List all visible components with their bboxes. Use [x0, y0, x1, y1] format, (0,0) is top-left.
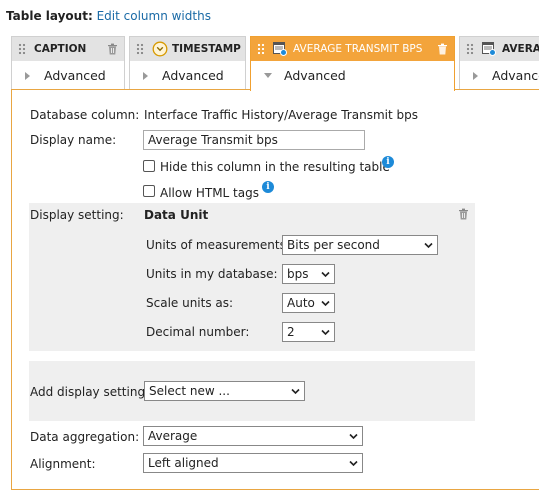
caret-right-icon: [25, 71, 30, 80]
clock-icon: [152, 41, 168, 57]
data-unit-title: Data Unit: [144, 208, 209, 222]
chevron-down-icon: [424, 242, 433, 248]
advanced-toggle[interactable]: Advanced: [130, 61, 245, 90]
allow-html-checkbox[interactable]: [143, 185, 155, 197]
trash-icon[interactable]: [107, 43, 118, 55]
table-column-icon: [482, 42, 496, 56]
column-name: TIMESTAMP: [172, 43, 241, 55]
advanced-label: Advanced: [284, 68, 346, 83]
table-layout-header: Table layout: Edit column widths: [6, 9, 211, 23]
hide-column-checkbox[interactable]: [143, 160, 155, 172]
edit-column-widths-link[interactable]: Edit column widths: [97, 9, 211, 23]
info-icon[interactable]: i: [382, 156, 394, 168]
drag-handle-icon[interactable]: [466, 43, 474, 55]
hide-column-label: Hide this column in the resulting table: [160, 160, 390, 174]
data-aggregation-select[interactable]: Average: [143, 426, 363, 446]
data-aggregation-label: Data aggregation:: [30, 430, 140, 444]
advanced-toggle[interactable]: Advanced: [12, 61, 124, 90]
select-value: Select new ...: [149, 384, 230, 398]
select-value: Auto: [287, 296, 315, 310]
display-name-input[interactable]: [143, 130, 365, 150]
chevron-down-icon: [321, 271, 330, 277]
column-name: AVERAGE TRANSMIT BPS: [293, 43, 423, 55]
column-tab-caption[interactable]: CAPTION Advanced: [11, 36, 125, 90]
display-name-label: Display name:: [30, 133, 117, 147]
drag-handle-icon[interactable]: [18, 43, 26, 55]
add-display-settings-select[interactable]: Select new ...: [144, 381, 305, 401]
chevron-down-icon: [321, 300, 330, 306]
database-column-value: Interface Traffic History/Average Transm…: [144, 108, 418, 122]
caret-right-icon: [473, 71, 478, 80]
trash-icon[interactable]: [458, 208, 469, 220]
chevron-down-icon: [349, 460, 358, 466]
units-measurement-select[interactable]: Bits per second: [282, 235, 438, 255]
caret-right-icon: [143, 71, 148, 80]
chevron-down-icon: [321, 329, 330, 335]
select-value: 2: [287, 325, 295, 339]
column-name: AVERA: [502, 43, 539, 55]
column-tab-average-transmit-bps[interactable]: AVERAGE TRANSMIT BPS Advanced: [250, 36, 455, 91]
units-database-select[interactable]: bps: [282, 264, 335, 284]
advanced-label: Advance: [492, 68, 539, 83]
chevron-down-icon: [349, 433, 358, 439]
select-value: Bits per second: [287, 238, 380, 252]
select-value: Average: [148, 429, 198, 443]
caret-down-icon: [264, 73, 272, 78]
chevron-down-icon: [291, 388, 300, 394]
advanced-label: Advanced: [44, 68, 106, 83]
table-layout-label: Table layout:: [6, 9, 93, 23]
alignment-select[interactable]: Left aligned: [143, 453, 363, 473]
advanced-label: Advanced: [162, 68, 224, 83]
info-icon[interactable]: i: [262, 181, 274, 193]
decimal-number-label: Decimal number:: [146, 325, 250, 339]
units-database-label: Units in my database:: [146, 267, 278, 281]
drag-handle-icon[interactable]: [136, 43, 144, 55]
allow-html-label: Allow HTML tags: [160, 186, 259, 200]
decimal-number-select[interactable]: 2: [282, 322, 335, 342]
database-column-label: Database column:: [30, 108, 140, 122]
scale-units-label: Scale units as:: [146, 296, 234, 310]
advanced-toggle[interactable]: Advance: [460, 61, 539, 90]
add-display-settings-label: Add display settings:: [30, 385, 156, 399]
column-name: CAPTION: [34, 43, 87, 55]
units-measurement-label: Units of measurements:: [146, 238, 290, 252]
trash-icon[interactable]: [437, 43, 448, 55]
drag-handle-icon[interactable]: [257, 43, 265, 55]
column-tab-timestamp[interactable]: TIMESTAMP Advanced: [129, 36, 246, 90]
alignment-label: Alignment:: [30, 457, 96, 471]
table-column-icon: [273, 42, 287, 56]
column-tab-average-partial[interactable]: AVERA Advance: [459, 36, 539, 90]
select-value: bps: [287, 267, 309, 281]
advanced-toggle[interactable]: Advanced: [251, 61, 454, 90]
scale-units-select[interactable]: Auto: [282, 293, 335, 313]
display-setting-label: Display setting:: [30, 208, 124, 222]
select-value: Left aligned: [148, 456, 219, 470]
